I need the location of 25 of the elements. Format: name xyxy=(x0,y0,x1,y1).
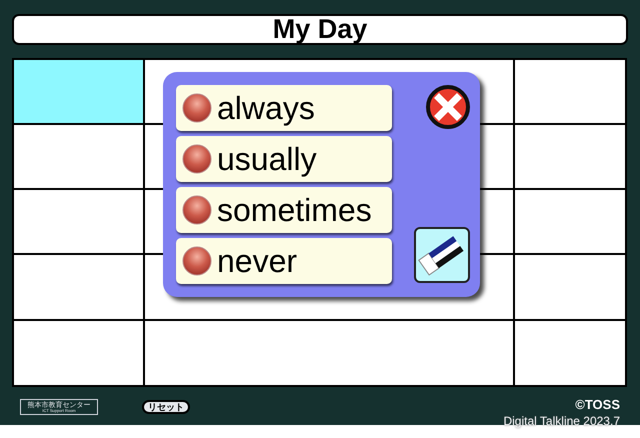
table-cell[interactable] xyxy=(14,190,143,253)
circle-icon xyxy=(182,93,212,123)
table-cell[interactable] xyxy=(515,60,625,123)
title-text: My Day xyxy=(272,16,368,43)
copyright-text: ©TOSS xyxy=(575,397,620,414)
table-cell[interactable] xyxy=(14,60,143,123)
table-cell[interactable] xyxy=(14,321,143,385)
reset-button[interactable]: リセット xyxy=(142,400,190,414)
option-button[interactable]: always xyxy=(176,85,392,131)
circle-icon xyxy=(182,195,212,225)
table-cell[interactable] xyxy=(144,321,514,385)
option-button[interactable]: sometimes xyxy=(176,187,392,233)
table-cell[interactable] xyxy=(515,321,625,385)
table-cell[interactable] xyxy=(515,255,625,319)
option-button[interactable]: never xyxy=(176,238,392,284)
table-cell[interactable] xyxy=(515,190,625,253)
table-cell[interactable] xyxy=(14,255,143,319)
table-cell[interactable] xyxy=(515,125,625,188)
table-cell[interactable] xyxy=(14,125,143,188)
circle-icon xyxy=(182,246,212,276)
circle-icon xyxy=(182,144,212,174)
option-button[interactable]: usually xyxy=(176,136,392,182)
credit-text: Digital Talkline 2023.7 xyxy=(503,414,620,429)
eraser-icon[interactable] xyxy=(414,227,470,283)
close-icon[interactable] xyxy=(426,85,470,129)
